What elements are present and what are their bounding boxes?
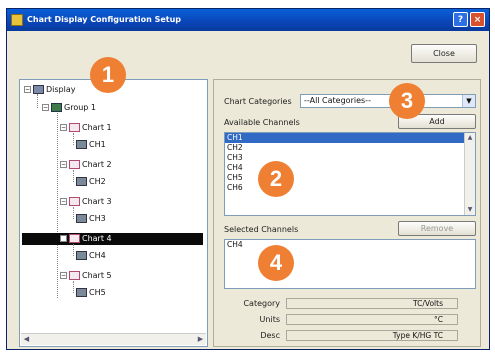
collapse-icon[interactable]: − [60, 124, 67, 131]
tree-node-channel[interactable]: CH3 [76, 213, 106, 225]
tree-node-channel[interactable]: CH5 [76, 287, 106, 299]
window-title: Chart Display Configuration Setup [27, 15, 182, 24]
collapse-icon[interactable]: − [24, 86, 31, 93]
list-item[interactable]: CH4 [225, 240, 475, 250]
tree-node-chart[interactable]: − Chart 3 [60, 196, 112, 208]
collapse-icon[interactable]: − [42, 104, 49, 111]
field-value: °C [286, 314, 458, 325]
callout-badge-4: 4 [258, 245, 294, 281]
channel-tree[interactable]: − Display − Group 1 − Chart 1 CH1 − Chart 2 CH2… [19, 79, 208, 347]
tree-connector [57, 108, 58, 298]
tree-connector [37, 94, 38, 108]
remove-button[interactable]: Remove [398, 221, 476, 236]
callout-badge-2: 2 [258, 161, 294, 197]
field-label: Desc [260, 331, 280, 340]
chart-config-panel: Chart Categories --All Categories-- ▼ Av… [213, 79, 481, 347]
selected-channels-label: Selected Channels [224, 225, 299, 234]
tree-node-display[interactable]: − Display [24, 84, 76, 96]
app-icon [11, 14, 23, 26]
list-item[interactable]: CH1 [225, 133, 475, 143]
field-label: Category [243, 299, 280, 308]
tree-node-chart[interactable]: − Chart 1 [60, 122, 112, 134]
tree-node-chart[interactable]: − Chart 2 [60, 159, 112, 171]
collapse-icon[interactable]: − [60, 198, 67, 205]
help-button[interactable]: ? [453, 12, 468, 27]
field-value: TC/Volts [286, 298, 458, 309]
list-item[interactable]: CH2 [225, 143, 475, 153]
tree-horizontal-scrollbar[interactable]: ◀ ▶ [21, 333, 206, 345]
tree-node-channel[interactable]: CH2 [76, 176, 106, 188]
list-item[interactable]: CH3 [225, 153, 475, 163]
chart-icon [69, 160, 80, 169]
channel-icon [76, 288, 87, 297]
tree-node-channel[interactable]: CH1 [76, 139, 106, 151]
collapse-icon[interactable]: − [60, 161, 67, 168]
callout-badge-1: 1 [90, 57, 126, 93]
group-icon [51, 103, 62, 112]
available-channels-label: Available Channels [224, 118, 300, 127]
collapse-icon[interactable]: − [60, 272, 67, 279]
tree-node-channel[interactable]: CH4 [76, 250, 106, 262]
channel-icon [76, 177, 87, 186]
chart-icon [69, 197, 80, 206]
tree-node-group[interactable]: − Group 1 [42, 102, 96, 114]
config-dialog: Chart Display Configuration Setup ? × Cl… [6, 8, 490, 350]
field-value: Type K/HG TC [286, 330, 458, 341]
chevron-down-icon[interactable]: ▼ [462, 95, 475, 107]
tree-node-chart[interactable]: − Chart 4 [22, 233, 203, 245]
collapse-icon[interactable]: − [60, 235, 67, 242]
tree-connector [73, 170, 74, 182]
scroll-left-icon[interactable]: ◀ [21, 334, 32, 345]
tree-connector [73, 244, 74, 256]
channel-icon [76, 214, 87, 223]
tree-connector [73, 133, 74, 145]
title-bar[interactable]: Chart Display Configuration Setup ? × [7, 9, 489, 31]
scroll-right-icon[interactable]: ▶ [195, 334, 206, 345]
channel-icon [76, 140, 87, 149]
chart-categories-label: Chart Categories [224, 97, 292, 106]
chart-icon [69, 123, 80, 132]
field-label: Units [259, 315, 280, 324]
channel-icon [76, 251, 87, 260]
tree-connector [73, 207, 74, 219]
selected-channel-items: CH4 [225, 240, 475, 250]
available-channels-scrollbar[interactable]: ▲ ▼ [464, 133, 475, 215]
tree-node-chart[interactable]: − Chart 5 [60, 270, 112, 282]
tree-connector [73, 281, 74, 293]
close-button[interactable]: Close [411, 44, 477, 63]
chart-icon [69, 271, 80, 280]
display-icon [33, 85, 44, 94]
window-close-button[interactable]: × [470, 12, 485, 27]
chart-icon [69, 234, 80, 243]
scroll-down-icon[interactable]: ▼ [465, 205, 475, 215]
chart-categories-select[interactable]: --All Categories-- ▼ [300, 94, 476, 108]
scroll-up-icon[interactable]: ▲ [465, 133, 475, 143]
callout-badge-3: 3 [389, 83, 425, 119]
